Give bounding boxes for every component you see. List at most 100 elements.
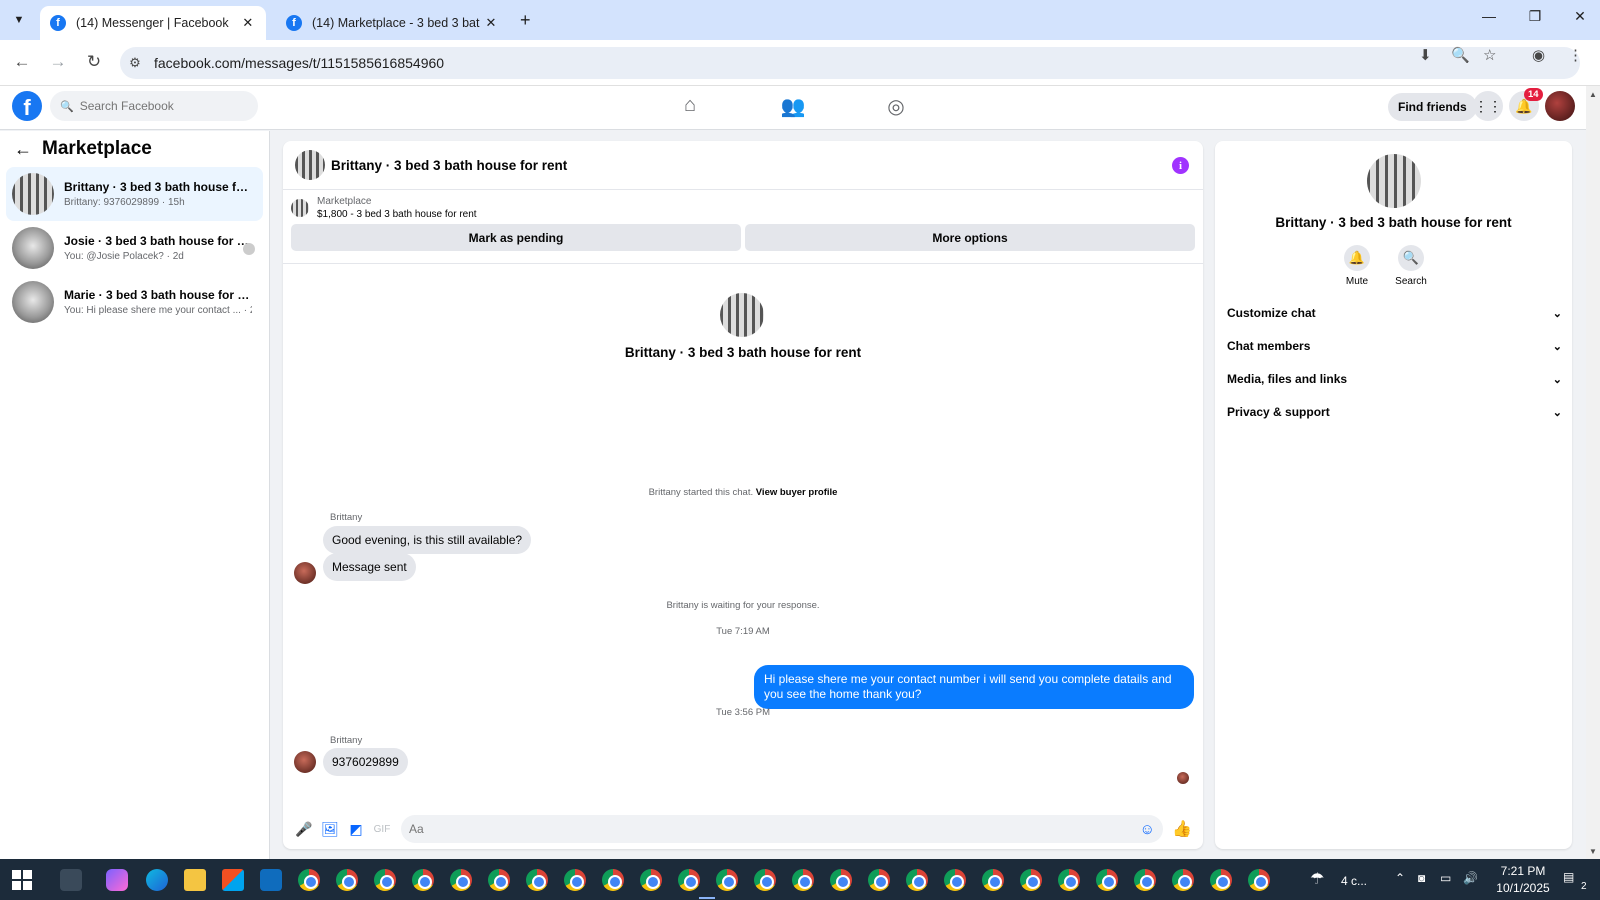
mute-button[interactable]: 🔔 Mute <box>1332 245 1382 287</box>
listing-title[interactable]: $1,800 - 3 bed 3 bath house for rent <box>317 209 477 220</box>
tab-messenger[interactable]: f (14) Messenger | Facebook ✕ <box>40 6 266 40</box>
conversation-item[interactable]: Josie · 3 bed 3 bath house for rent You:… <box>6 221 263 275</box>
chat-avatar[interactable] <box>295 150 325 180</box>
details-avatar[interactable] <box>1367 154 1421 208</box>
chrome-icon[interactable] <box>1096 869 1118 891</box>
chrome-icon[interactable] <box>412 869 434 891</box>
groups-icon[interactable]: ◎ <box>881 94 911 119</box>
search-chat-button[interactable]: 🔍 Search <box>1386 245 1436 287</box>
chrome-icon[interactable] <box>450 869 472 891</box>
chrome-icon[interactable] <box>944 869 966 891</box>
sender-avatar[interactable] <box>294 751 316 773</box>
emoji-icon[interactable]: ☺ <box>1140 821 1155 838</box>
like-thumb-icon[interactable]: 👍 <box>1169 819 1195 839</box>
chrome-icon[interactable] <box>640 869 662 891</box>
bookmark-star-icon[interactable]: ☆ <box>1483 46 1496 64</box>
chrome-icon[interactable] <box>716 869 738 891</box>
tab-close-icon[interactable]: ✕ <box>240 15 256 31</box>
copilot-icon[interactable] <box>106 869 128 891</box>
section-privacy-support[interactable]: Privacy & support ⌄ <box>1227 397 1562 427</box>
facebook-logo[interactable]: f <box>12 91 42 121</box>
chrome-icon[interactable] <box>488 869 510 891</box>
gif-icon[interactable]: GIF <box>369 824 395 835</box>
forward-icon[interactable]: → <box>46 52 70 72</box>
message-input[interactable] <box>409 822 1140 836</box>
back-icon[interactable]: ← <box>10 52 34 72</box>
store-icon[interactable] <box>222 869 244 891</box>
minimize-icon[interactable]: — <box>1474 8 1504 24</box>
back-arrow-icon[interactable]: ← <box>14 139 32 160</box>
chrome-icon[interactable] <box>374 869 396 891</box>
reload-icon[interactable]: ↻ <box>82 52 106 72</box>
restore-icon[interactable]: ❐ <box>1520 8 1550 25</box>
chrome-icon[interactable] <box>792 869 814 891</box>
conversation-item[interactable]: Marie · 3 bed 3 bath house for rent You:… <box>6 275 263 329</box>
chrome-icon[interactable] <box>982 869 1004 891</box>
chrome-icon[interactable] <box>298 869 320 891</box>
windows-start-icon[interactable] <box>12 869 34 890</box>
chrome-icon[interactable] <box>906 869 928 891</box>
new-tab-button[interactable]: + <box>520 10 531 31</box>
chrome-icon[interactable] <box>1058 869 1080 891</box>
taskbar-time[interactable]: 7:21 PM <box>1495 864 1551 878</box>
url-text[interactable]: facebook.com/messages/t/1151585616854960 <box>154 55 444 71</box>
taskbar-date[interactable]: 10/1/2025 <box>1490 881 1556 895</box>
menu-grid-icon[interactable]: ⋮⋮ <box>1473 91 1503 121</box>
message-input-box[interactable]: ☺ <box>401 815 1163 843</box>
photo-icon[interactable]: 🖼 <box>317 821 343 838</box>
chrome-icon[interactable] <box>868 869 890 891</box>
install-app-icon[interactable]: ⬇ <box>1419 46 1432 64</box>
incoming-message[interactable]: Good evening, is this still available? <box>323 526 532 554</box>
mark-as-pending-button[interactable]: Mark as pending <box>291 224 741 251</box>
chrome-icon[interactable] <box>1134 869 1156 891</box>
section-media-files-links[interactable]: Media, files and links ⌄ <box>1227 364 1562 394</box>
volume-icon[interactable]: 🔊 <box>1463 871 1478 885</box>
network-icon[interactable]: ▭ <box>1440 871 1451 885</box>
facebook-search[interactable]: 🔍 <box>50 91 258 121</box>
chrome-icon[interactable] <box>602 869 624 891</box>
listing-thumbnail[interactable] <box>291 199 309 217</box>
incoming-message[interactable]: Message sent <box>323 553 416 581</box>
friends-icon[interactable]: 👥 <box>778 94 808 119</box>
search-input[interactable] <box>79 99 250 113</box>
sender-avatar[interactable] <box>294 562 316 584</box>
meet-icon[interactable]: ◙ <box>1418 871 1425 885</box>
outgoing-message[interactable]: Hi please shere me your contact number i… <box>754 665 1194 709</box>
outlook-icon[interactable] <box>260 869 282 891</box>
view-buyer-profile-link[interactable]: View buyer profile <box>756 487 838 498</box>
chrome-icon[interactable] <box>830 869 852 891</box>
profile-icon[interactable]: ◉ <box>1532 46 1545 64</box>
microphone-icon[interactable]: 🎤 <box>291 821 317 838</box>
section-customize-chat[interactable]: Customize chat ⌄ <box>1227 298 1562 328</box>
weather-icon[interactable]: ☂ <box>1310 869 1324 889</box>
site-settings-icon[interactable]: ⚙ <box>120 55 150 71</box>
address-bar[interactable]: ⚙ facebook.com/messages/t/11515856168549… <box>120 47 1580 79</box>
more-options-button[interactable]: More options <box>745 224 1195 251</box>
chrome-icon[interactable] <box>1248 869 1270 891</box>
weather-text[interactable]: 4 c... <box>1341 874 1367 888</box>
find-friends-button[interactable]: Find friends <box>1388 93 1477 121</box>
tab-close-icon[interactable]: ✕ <box>482 15 500 31</box>
chat-title[interactable]: Brittany · 3 bed 3 bath house for rent <box>331 158 567 173</box>
notification-center-icon[interactable]: ▤ <box>1563 870 1574 884</box>
page-scrollbar[interactable] <box>1586 86 1600 859</box>
zoom-icon[interactable]: 🔍 <box>1451 46 1470 64</box>
edge-icon[interactable] <box>146 869 168 891</box>
tray-chevron-up-icon[interactable]: ⌃ <box>1395 871 1405 885</box>
chrome-icon[interactable] <box>526 869 548 891</box>
incoming-message[interactable]: 9376029899 <box>323 748 408 776</box>
home-icon[interactable]: ⌂ <box>675 94 705 117</box>
tab-marketplace[interactable]: f (14) Marketplace - 3 bed 3 bath ✕ <box>276 6 510 40</box>
menu-dots-icon[interactable]: ⋮ <box>1568 46 1583 64</box>
task-view-icon[interactable] <box>60 869 82 891</box>
chrome-icon[interactable] <box>1210 869 1232 891</box>
close-window-icon[interactable]: ✕ <box>1565 8 1595 25</box>
chrome-icon[interactable] <box>564 869 586 891</box>
chrome-icon[interactable] <box>336 869 358 891</box>
chrome-icon[interactable] <box>1172 869 1194 891</box>
section-chat-members[interactable]: Chat members ⌄ <box>1227 331 1562 361</box>
file-explorer-icon[interactable] <box>184 869 206 891</box>
tab-search-chevron-icon[interactable]: ▼ <box>8 9 30 31</box>
sticker-icon[interactable]: ◩ <box>343 821 369 838</box>
conversation-item[interactable]: Brittany · 3 bed 3 bath house for r... B… <box>6 167 263 221</box>
